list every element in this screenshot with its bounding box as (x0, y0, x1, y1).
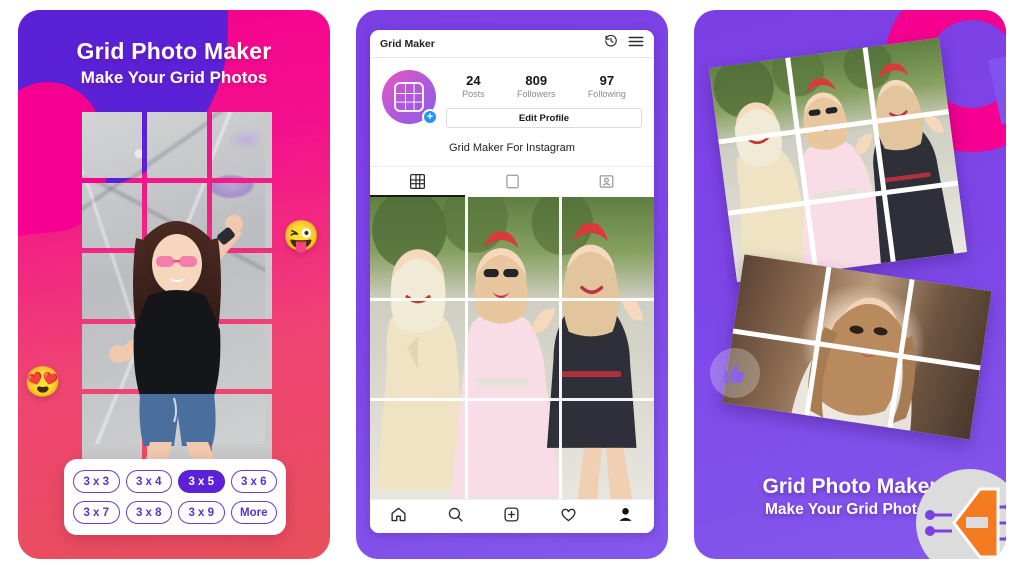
grid-cell-photo-slice (82, 112, 142, 178)
profile-header: + 24 Posts 809 Followers 97 Following Edit Pr… (370, 58, 654, 128)
grid-cell[interactable] (82, 394, 142, 460)
grid-size-option[interactable]: 3 x 7 (73, 501, 120, 524)
search-icon[interactable] (447, 506, 464, 528)
grid-cell-photo-slice (82, 253, 142, 319)
grid-size-option[interactable]: 3 x 5 (178, 470, 225, 493)
grid-cell-photo-slice (147, 182, 207, 249)
stat-label: Followers (516, 89, 556, 99)
grid-size-option[interactable]: 3 x 8 (125, 501, 172, 524)
promo-screenshot-stage: Grid Photo Maker Make Your Grid Photos 😜… (0, 0, 1024, 569)
stat-number: 809 (525, 73, 548, 88)
grid-cell-photo-slice (212, 182, 266, 249)
grid-size-option[interactable]: 3 x 3 (73, 470, 120, 493)
phone-mockup: Grid Maker + 24 Posts 809 Followers 97 F… (370, 30, 654, 533)
grid-overlay-lines (370, 197, 654, 499)
grid-cell-photo-slice (82, 182, 142, 249)
thumbs-up-icon (724, 364, 745, 383)
profile-tabs (370, 166, 654, 197)
wink-emoji-decoration: 😜 (282, 220, 320, 253)
profile-stat[interactable]: 24 Posts (462, 73, 485, 99)
collage-three-women[interactable] (708, 37, 968, 283)
grid-icon (409, 173, 425, 189)
grid-cell-photo-slice (147, 323, 207, 390)
grid-icon (394, 82, 424, 112)
grid-cell-photo-slice (212, 253, 266, 319)
bottom-navigation (370, 499, 654, 533)
tab-grid[interactable] (370, 167, 465, 197)
heart-icon[interactable] (560, 506, 577, 528)
app-bar-actions (604, 34, 644, 53)
photo-grid-preview[interactable] (82, 112, 272, 460)
grid-cell[interactable] (212, 253, 272, 319)
profile-stat[interactable]: 97 Following (588, 73, 626, 99)
app-top-bar: Grid Maker (370, 30, 654, 58)
stat-number: 24 (466, 73, 481, 88)
grid-cell-photo-slice (212, 394, 266, 444)
profile-stat[interactable]: 809 Followers (517, 73, 556, 99)
grid-cell[interactable] (212, 112, 272, 178)
grid-cell-photo-slice (212, 112, 266, 178)
grid-cell[interactable] (82, 253, 142, 319)
grid-cell-photo-slice (82, 394, 142, 444)
grid-cell[interactable] (82, 112, 142, 178)
plus-box-icon[interactable] (503, 506, 520, 528)
grid-cell[interactable] (147, 182, 207, 249)
grid-cell[interactable] (147, 323, 207, 390)
stat-label: Posts (462, 89, 485, 99)
tab-reels[interactable] (465, 167, 560, 197)
person-icon[interactable] (617, 506, 634, 528)
stat-number: 97 (599, 73, 615, 88)
grid-cell[interactable] (212, 323, 272, 390)
stats-row: 24 Posts 809 Followers 97 Following (446, 70, 642, 99)
grid-cell[interactable] (212, 182, 272, 249)
grid-cell[interactable] (82, 182, 142, 249)
watermark-logo (916, 469, 1006, 559)
grid-photo-area[interactable] (370, 197, 654, 499)
grid-size-option[interactable]: 3 x 4 (125, 470, 172, 493)
grid-cell-photo-slice (147, 394, 207, 444)
hamburger-menu-icon[interactable] (628, 35, 644, 53)
tagged-person-icon (599, 174, 614, 188)
grid-size-option[interactable]: 3 x 9 (178, 501, 225, 524)
page-subtitle: Make Your Grid Photos (80, 68, 268, 87)
grid-size-option[interactable]: More (230, 501, 277, 524)
orange-chip-logo (925, 487, 1006, 559)
square-icon (505, 174, 519, 188)
grid-cell[interactable] (147, 112, 207, 178)
grid-cell[interactable] (147, 253, 207, 319)
grid-size-selector[interactable]: 3 x 33 x 4 3 x 53 x 6 3 x 73 x 8 3 x 9 More (64, 459, 286, 535)
stat-label: Following (587, 89, 626, 99)
panel-app-screen: Grid Maker + 24 Posts 809 Followers 97 F… (356, 10, 668, 559)
home-icon[interactable] (390, 506, 407, 528)
thumbs-up-badge (710, 348, 760, 398)
grid-cell[interactable] (147, 394, 207, 460)
panel-grid-photo-maker: Grid Photo Maker Make Your Grid Photos 😜… (18, 10, 330, 559)
grid-cell[interactable] (212, 394, 272, 460)
panel-collage-showcase: Grid Photo Maker Make Your Grid Photos (694, 10, 1006, 559)
app-bar-title: Grid Maker (380, 37, 435, 50)
collage-bride[interactable] (722, 254, 992, 440)
profile-stats-block: 24 Posts 809 Followers 97 Following Edit Prof… (436, 70, 642, 128)
grid-cell-photo-slice (147, 112, 207, 178)
page-title: Grid Photo Maker (76, 38, 272, 64)
edit-profile-button[interactable]: Edit Profile (446, 108, 642, 128)
tab-tagged[interactable] (559, 167, 654, 197)
avatar[interactable]: + (382, 70, 438, 125)
grid-cell[interactable] (82, 323, 142, 390)
profile-bio: Grid Maker For Instagram (449, 142, 575, 154)
history-icon[interactable] (604, 34, 618, 53)
grid-cell-photo-slice (82, 323, 142, 390)
panel1-heading-block: Grid Photo Maker Make Your Grid Photos (18, 38, 330, 88)
add-story-badge[interactable]: + (422, 109, 438, 125)
grid-cell-photo-slice (212, 323, 266, 390)
grid-cell-photo-slice (147, 253, 207, 319)
grid-size-option[interactable]: 3 x 6 (230, 470, 277, 493)
heart-eyes-emoji-decoration: 😍 (24, 366, 62, 399)
